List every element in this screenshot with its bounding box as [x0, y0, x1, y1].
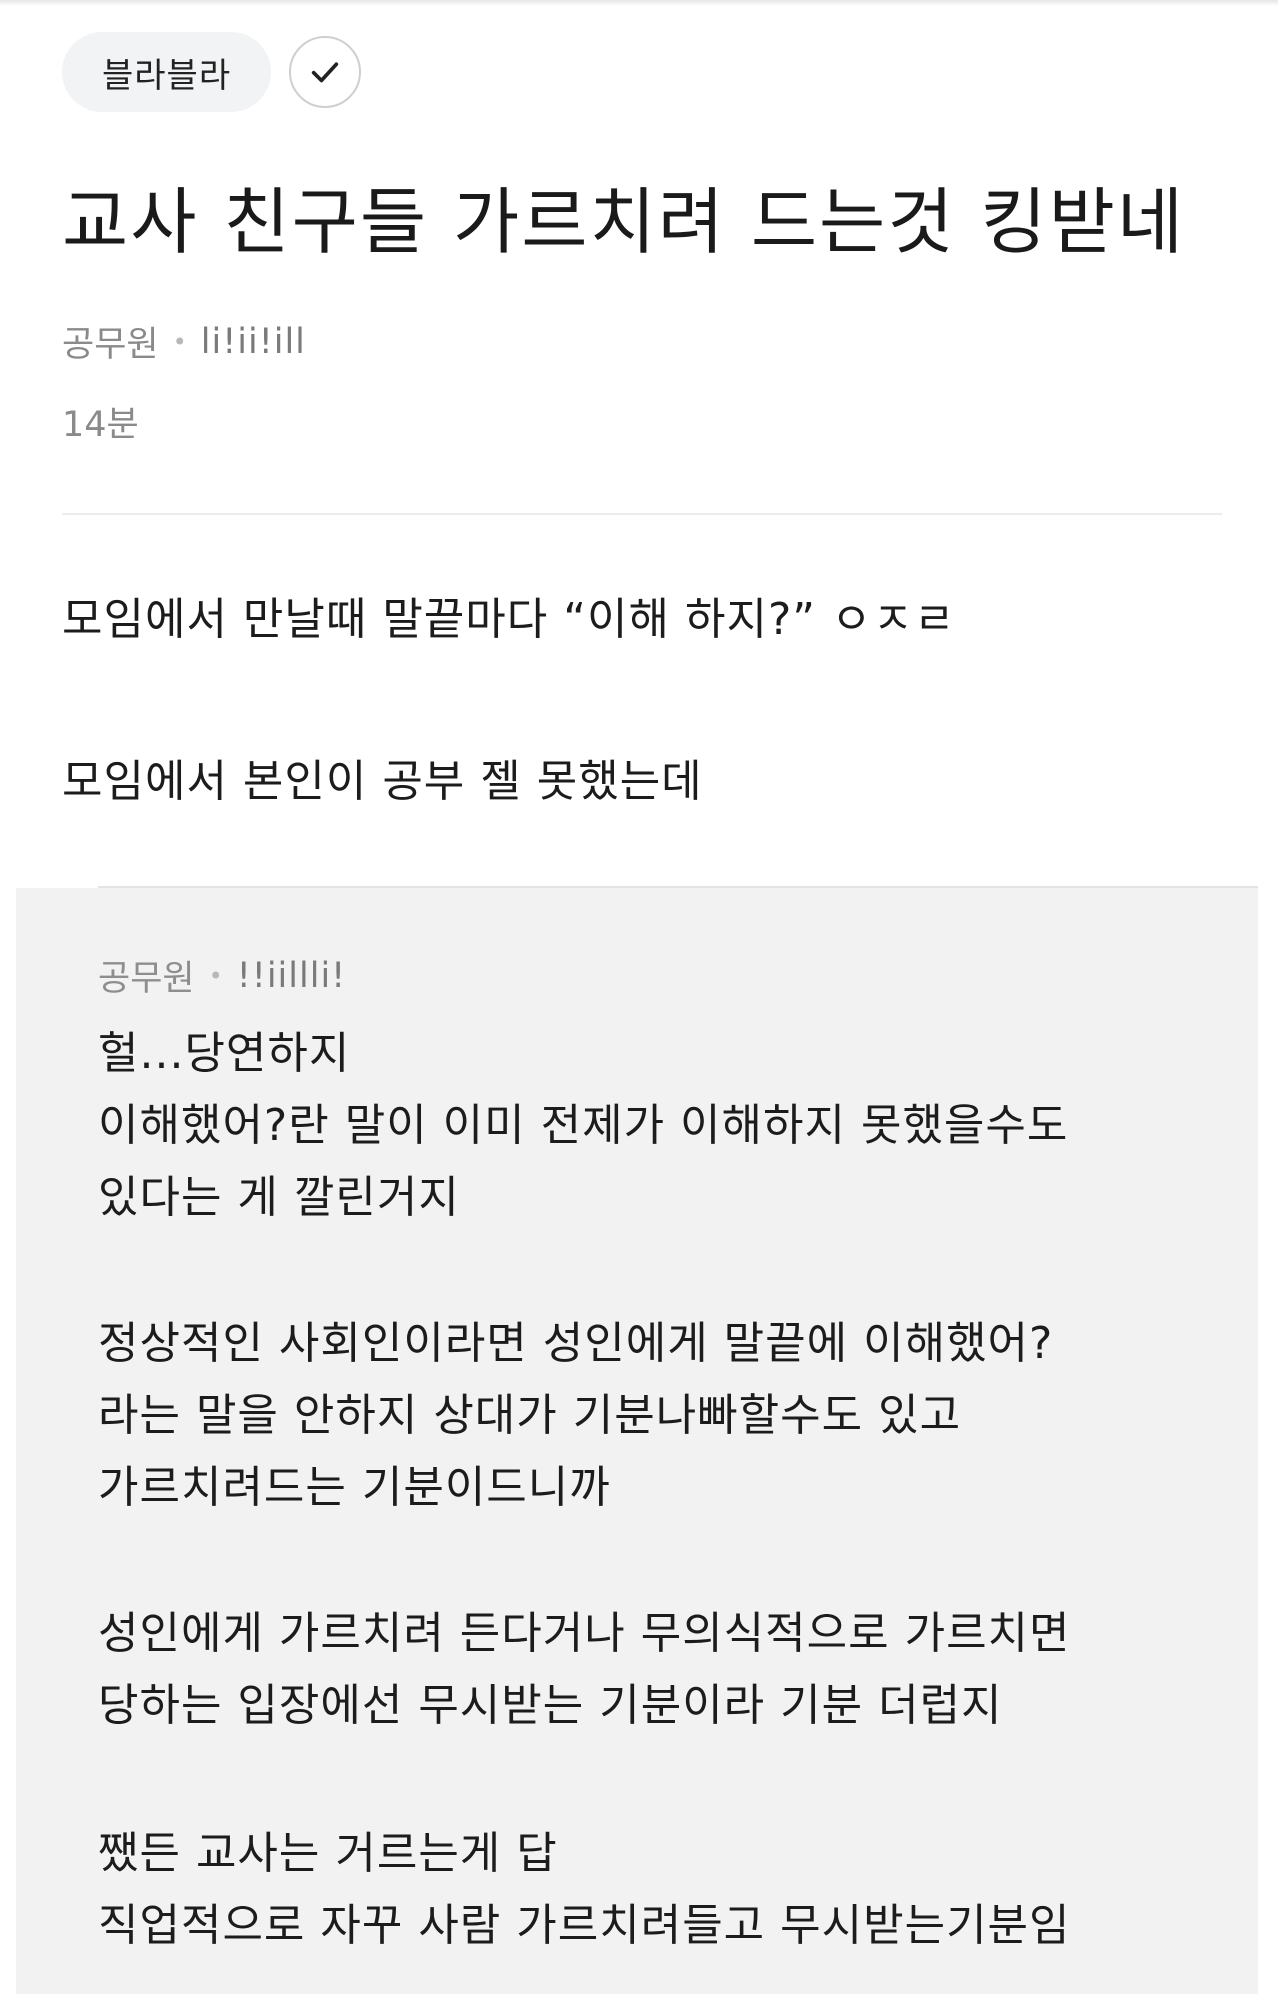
comment-top-border: [98, 886, 1258, 888]
category-chip[interactable]: 블라블라: [62, 32, 272, 112]
post-body-line: 모임에서 만날때 말끝마다 “이해 하지?” ㅇㅈㄹ: [62, 594, 956, 645]
post-timestamp: 14분: [62, 405, 139, 445]
top-edge-shadow: [0, 0, 1278, 6]
post-header: 블라블라: [62, 32, 362, 112]
post-body-line: 모임에서 본인이 공부 젤 못했는데: [62, 756, 703, 807]
comment-line: 가르치려드는 기분이드니까: [98, 1462, 611, 1513]
comment-line: 라는 말을 안하지 상대가 기분나빠할수도 있고: [98, 1390, 962, 1441]
meta-separator-dot: •: [172, 327, 187, 356]
post-author-meta: 공무원 • li!ii!ill: [62, 316, 306, 367]
comment-line: 직업적으로 자꾸 사람 가르치려들고 무시받는기분임: [98, 1900, 1071, 1951]
comment-line: 쨌든 교사는 거르는게 답: [98, 1828, 558, 1879]
author-company[interactable]: 공무원: [62, 316, 159, 367]
meta-separator-dot: •: [208, 961, 223, 990]
comment-author-meta: 공무원 • !!iillli!: [98, 950, 346, 1001]
comment-line: 이해했어?란 말이 이미 전제가 이해하지 못했을수도: [98, 1100, 1069, 1151]
comment-author-company[interactable]: 공무원: [98, 950, 195, 1001]
author-nickname[interactable]: li!ii!ill: [201, 322, 306, 362]
follow-button[interactable]: [289, 36, 362, 108]
comment-line: 있다는 게 깔린거지: [98, 1172, 460, 1223]
content-divider: [62, 513, 1222, 515]
comment-line: 당하는 입장에선 무시받는 기분이라 기분 더럽지: [98, 1680, 1003, 1731]
comment-line: 성인에게 가르치려 든다거나 무의식적으로 가르치면: [98, 1608, 1071, 1659]
comment-author-nickname[interactable]: !!iillli!: [237, 956, 346, 996]
checkmark-icon: [311, 62, 339, 83]
post-title: 교사 친구들 가르치려 드는것 킹받네: [62, 180, 1186, 264]
comment-line: 헐...당연하지: [98, 1028, 351, 1079]
comment-line: 정상적인 사회인이라면 성인에게 말끝에 이해했어?: [98, 1318, 1054, 1369]
